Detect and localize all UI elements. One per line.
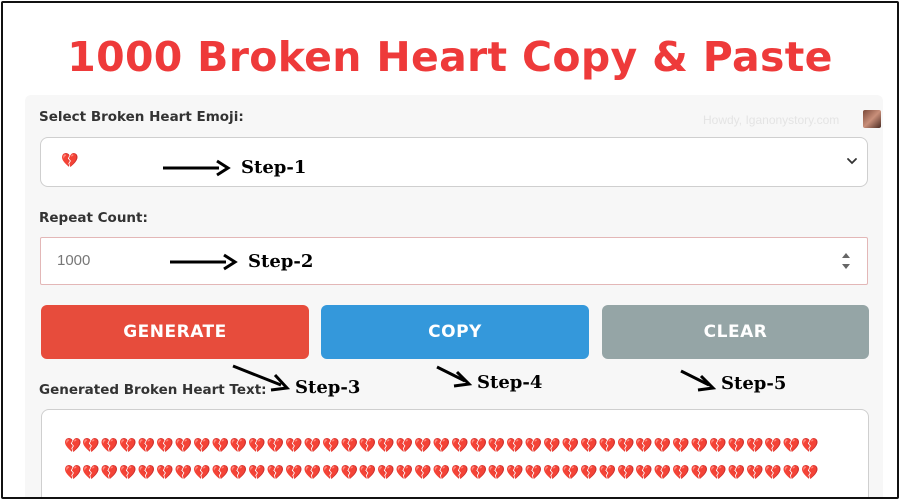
step-3-label: Step-3 [295, 377, 361, 398]
selected-emoji: 💔 [61, 152, 79, 168]
repeat-count-value: 1000 [57, 252, 91, 269]
repeat-count-label: Repeat Count: [39, 210, 148, 226]
page-frame: 1000 Broken Heart Copy & Paste Select Br… [1, 1, 899, 499]
emoji-select-label: Select Broken Heart Emoji: [39, 109, 244, 125]
step5-arrow-icon [680, 369, 717, 392]
avatar[interactable] [863, 110, 881, 128]
chevron-down-icon [847, 158, 857, 165]
step3-arrow-icon [232, 364, 291, 392]
step-1-label: Step-1 [241, 157, 307, 178]
step-5-label: Step-5 [721, 373, 787, 394]
output-textarea[interactable]: 💔💔💔💔💔💔💔💔💔💔💔💔💔💔💔💔💔💔💔💔💔💔💔💔💔💔💔💔💔💔💔💔💔💔💔💔💔💔💔💔… [41, 409, 869, 497]
page-title: 1000 Broken Heart Copy & Paste [67, 33, 833, 81]
step2-arrow-icon [170, 253, 238, 271]
step1-arrow-icon [163, 159, 231, 177]
step4-arrow-icon [436, 365, 473, 388]
output-line-1: 💔💔💔💔💔💔💔💔💔💔💔💔💔💔💔💔💔💔💔💔💔💔💔💔💔💔💔💔💔💔💔💔💔💔💔💔💔💔💔💔… [64, 437, 820, 453]
step-2-label: Step-2 [248, 251, 314, 272]
copy-button[interactable]: COPY [321, 305, 589, 359]
howdy-text: Howdy, Iganonystory.com [703, 113, 840, 127]
step-4-label: Step-4 [477, 372, 543, 393]
repeat-count-input[interactable]: 1000 [40, 237, 868, 285]
spinner-arrows-icon[interactable] [841, 250, 851, 272]
output-line-2: 💔💔💔💔💔💔💔💔💔💔💔💔💔💔💔💔💔💔💔💔💔💔💔💔💔💔💔💔💔💔💔💔💔💔💔💔💔💔💔💔… [64, 464, 820, 480]
generate-button[interactable]: GENERATE [41, 305, 309, 359]
clear-button[interactable]: CLEAR [602, 305, 869, 359]
